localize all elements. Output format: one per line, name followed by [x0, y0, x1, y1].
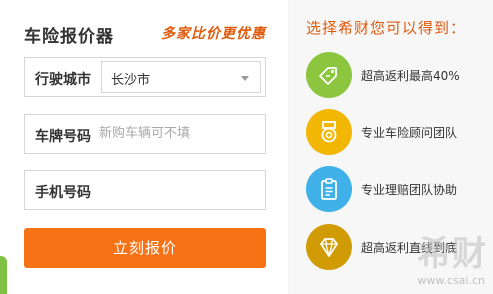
benefit-text: 超高返利最高40%: [361, 69, 460, 83]
benefits-title: 选择希财您可以得到：: [306, 19, 467, 37]
medal-icon: [306, 109, 352, 155]
phone-field: 手机号码: [24, 170, 266, 210]
clipboard-icon: [306, 166, 352, 212]
plate-field: 车牌号码 新购车辆可不填: [24, 114, 266, 154]
benefit-text: 专业理赔团队协助: [361, 183, 458, 197]
diamond-icon: [306, 224, 352, 270]
benefit-item: 超高返利最高40%: [306, 52, 490, 98]
city-label: 行驶城市: [35, 72, 91, 88]
benefit-text: 专业车险顾问团队: [361, 126, 458, 140]
tag-icon: [306, 52, 352, 98]
quote-submit-button[interactable]: 立刻报价: [24, 228, 266, 268]
form-slogan: 多家比价更优惠: [161, 26, 266, 42]
watermark-url: www.csai.cn: [417, 274, 485, 287]
chevron-down-icon: [241, 76, 249, 81]
quote-form-panel: 车险报价器 多家比价更优惠 行驶城市 长沙市 车牌号码 新购车辆可不填 手机号码…: [0, 0, 288, 294]
phone-label: 手机号码: [35, 185, 91, 201]
form-title: 车险报价器: [24, 27, 114, 47]
city-field: 行驶城市 长沙市: [24, 57, 266, 97]
benefit-item: 专业理赔团队协助: [306, 166, 490, 212]
plate-input[interactable]: 新购车辆可不填: [99, 115, 190, 153]
watermark-logo: 希财: [417, 234, 487, 274]
site-watermark: 希财 www.csai.cn: [387, 222, 491, 292]
city-select[interactable]: 长沙市: [101, 61, 261, 93]
plate-label: 车牌号码: [35, 129, 91, 145]
city-select-value: 长沙市: [111, 73, 151, 88]
benefit-item: 专业车险顾问团队: [306, 109, 490, 155]
green-decoration: [0, 256, 7, 294]
